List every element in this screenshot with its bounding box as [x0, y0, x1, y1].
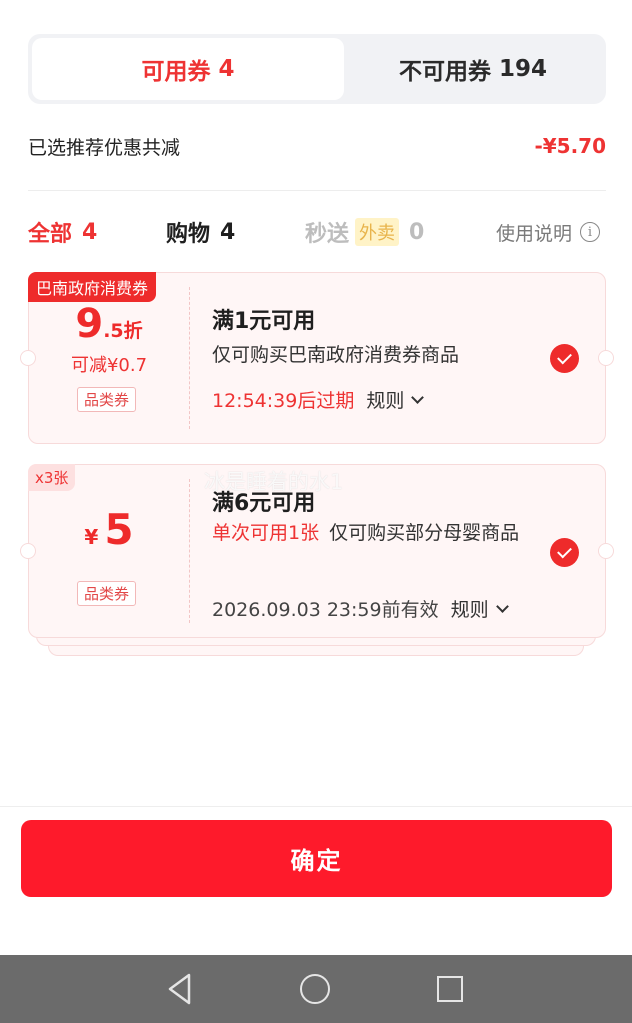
discount-rate: 9.5折	[29, 301, 189, 347]
currency-symbol: ¥	[84, 525, 99, 549]
coupon-description: 仅可购买巴南政府消费券商品	[212, 341, 542, 370]
coupon-rule-toggle[interactable]: 规则	[366, 386, 425, 413]
coupon-selection-page: 可用券 4 不可用券 194 已选推荐优惠共减 -¥5.70 全部 4 购物 4…	[0, 0, 632, 1023]
confirm-button[interactable]: 确定	[21, 820, 612, 897]
coupon-usage-limit: 单次可用1张	[212, 522, 320, 544]
tab-available-count: 4	[218, 56, 235, 82]
coupon-description: 单次可用1张 仅可购买部分母婴商品	[212, 519, 542, 548]
coupon-filter-bar: 全部 4 购物 4 秒送 外卖 0 使用说明 i	[28, 212, 606, 252]
takeout-badge: 外卖	[355, 218, 400, 246]
filter-all[interactable]: 全部 4	[28, 212, 97, 252]
checkmark-icon[interactable]	[550, 538, 579, 567]
chevron-down-icon	[411, 390, 425, 404]
chevron-down-icon	[495, 599, 509, 613]
home-icon[interactable]	[297, 971, 333, 1007]
category-coupon-tag: 品类券	[77, 387, 137, 412]
coupon-expiry: 2026.09.03 23:59前有效	[212, 599, 439, 621]
filter-all-label: 全部	[28, 222, 73, 247]
category-coupon-tag: 品类券	[77, 581, 137, 606]
card-perforation	[189, 479, 190, 623]
tab-unavailable-count: 194	[498, 56, 547, 82]
filter-fast-label: 秒送	[305, 222, 350, 247]
usage-instructions-label: 使用说明	[495, 222, 572, 245]
coupon-value-area: 9.5折 可减¥0.7 品类券	[29, 273, 189, 443]
coupon-card[interactable]: 巴南政府消费券 9.5折 可减¥0.7 品类券 满1元可用 仅可购买巴南政府消费…	[20, 272, 614, 444]
card-perforation	[189, 287, 190, 429]
filter-shopping-count: 4	[220, 219, 236, 245]
savings-label: 已选推荐优惠共减	[28, 136, 181, 159]
discount-number: 9	[75, 301, 104, 347]
card-notch	[598, 543, 614, 559]
coupon-meta: 12:54:39后过期 规则	[212, 386, 425, 413]
checkmark-icon[interactable]	[550, 344, 579, 373]
coupon-value-area: ¥5 品类券	[29, 465, 189, 637]
divider	[28, 190, 606, 191]
filter-shopping[interactable]: 购物 4	[166, 212, 235, 252]
recent-apps-icon[interactable]	[432, 971, 468, 1007]
rule-label: 规则	[450, 599, 489, 621]
coupon-scope: 仅可购买巴南政府消费券商品	[212, 344, 460, 366]
filter-fast-count: 0	[409, 219, 425, 245]
discount-max-amount: 可减¥0.7	[70, 355, 148, 376]
filter-fast-delivery[interactable]: 秒送 外卖 0	[305, 212, 424, 252]
tab-available-label: 可用券	[141, 59, 211, 85]
savings-summary: 已选推荐优惠共减 -¥5.70	[28, 128, 606, 164]
card-notch	[598, 350, 614, 366]
coupon-expiry: 12:54:39后过期	[212, 390, 355, 412]
tab-available-coupons[interactable]: 可用券 4	[32, 38, 344, 100]
filter-shopping-label: 购物	[166, 222, 211, 247]
coupon-scope: 仅可购买部分母婴商品	[329, 522, 520, 544]
filter-all-count: 4	[82, 219, 98, 245]
savings-value: -¥5.70	[534, 134, 606, 158]
system-navigation-bar	[0, 955, 632, 1023]
discount-suffix: .5折	[103, 320, 143, 342]
info-icon: i	[580, 222, 600, 242]
amount-number: 5	[104, 505, 134, 554]
tab-unavailable-label: 不可用券	[398, 59, 491, 85]
coupon-rule-toggle[interactable]: 规则	[450, 595, 509, 622]
tab-unavailable-coupons[interactable]: 不可用券 194	[344, 38, 602, 100]
watermark-text: 冰是睡着的水1	[204, 470, 344, 494]
usage-instructions-link[interactable]: 使用说明 i	[496, 212, 600, 252]
coupon-amount: ¥5	[29, 505, 189, 554]
divider	[0, 806, 632, 807]
coupon-threshold: 满1元可用	[212, 309, 316, 334]
rule-label: 规则	[366, 390, 405, 412]
back-icon[interactable]	[162, 971, 198, 1007]
coupon-meta: 2026.09.03 23:59前有效 规则	[212, 595, 509, 622]
coupon-tab-switcher: 可用券 4 不可用券 194	[28, 34, 606, 104]
